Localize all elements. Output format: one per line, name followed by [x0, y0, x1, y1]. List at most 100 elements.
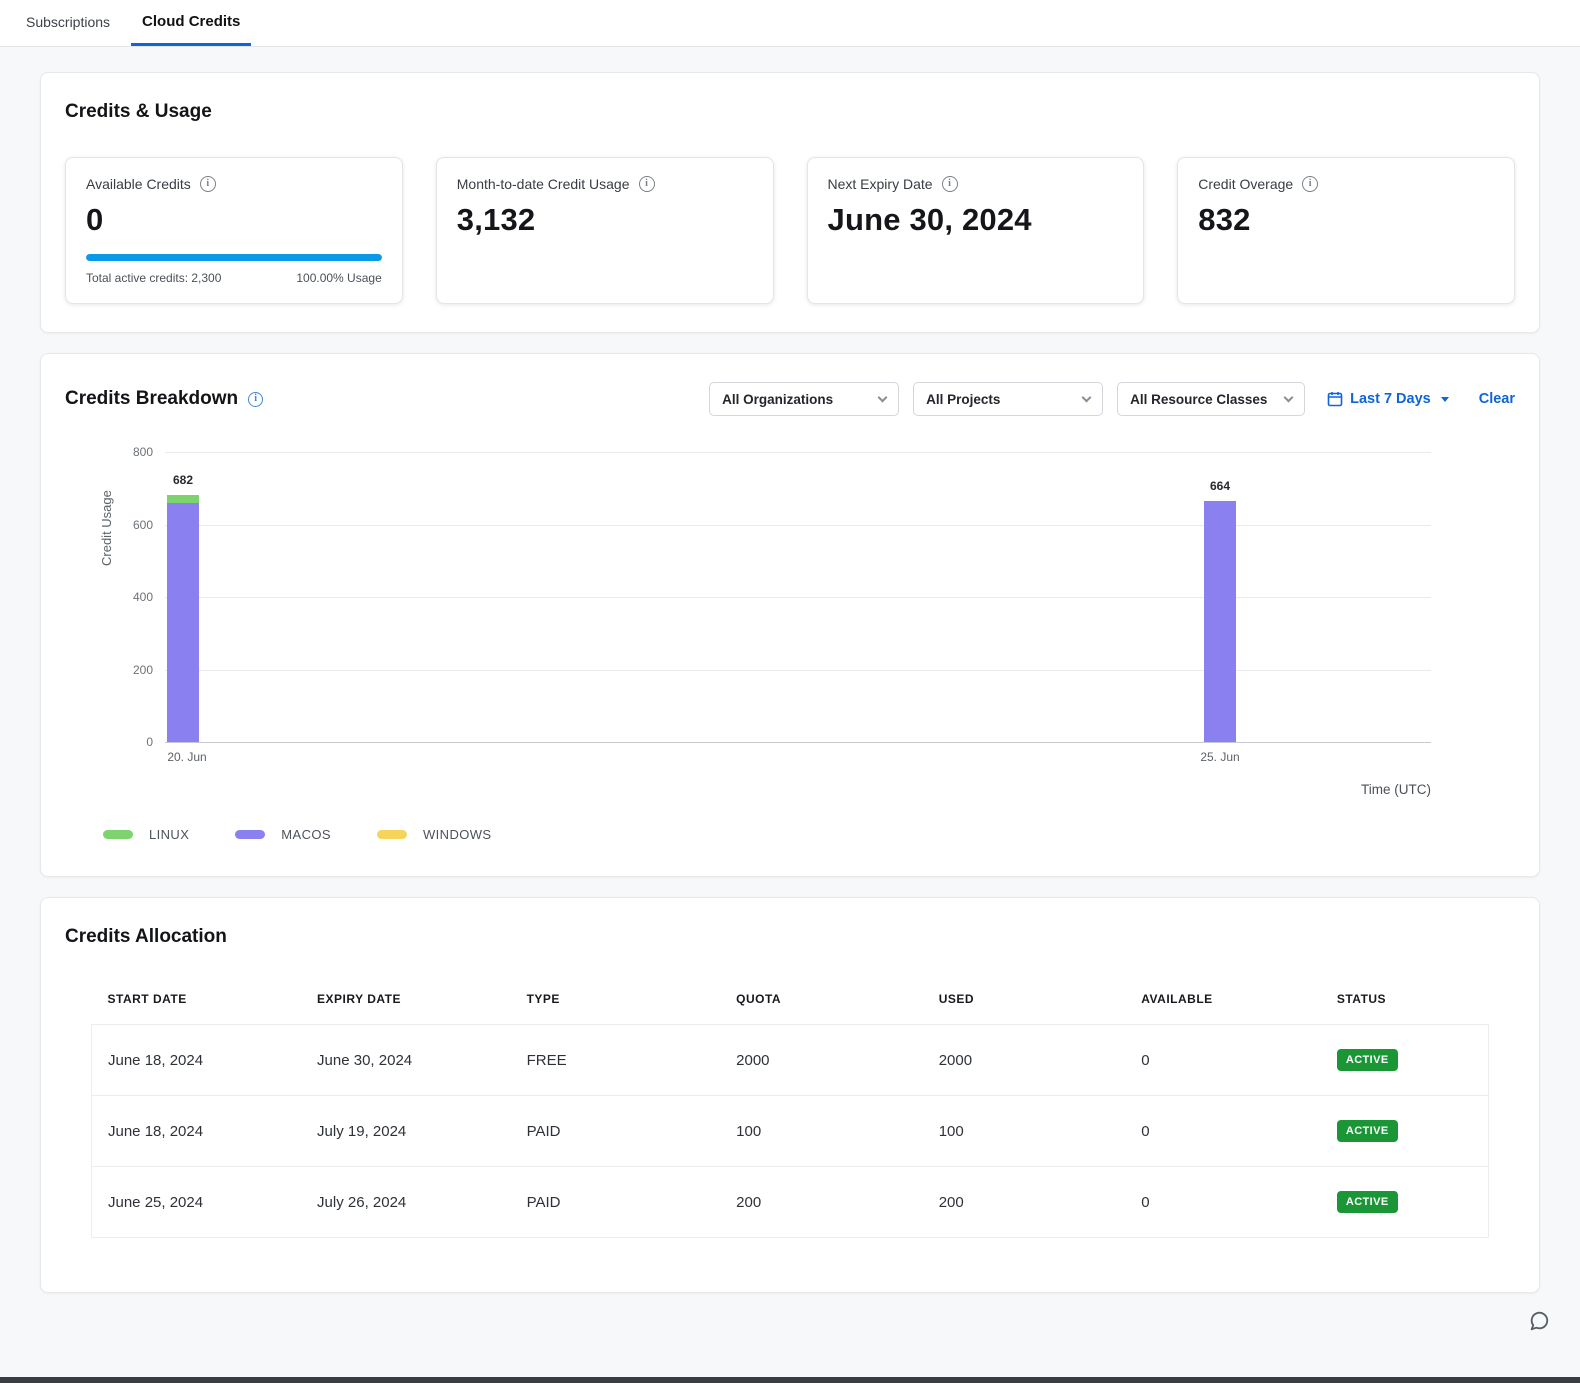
credits-breakdown-card: Credits Breakdown All Organizations All …	[40, 353, 1540, 877]
credits-breakdown-title: Credits Breakdown	[65, 388, 238, 410]
legend-item-macos[interactable]: MACOS	[235, 827, 331, 842]
cell-type: PAID	[511, 1167, 721, 1238]
cell-quota: 2000	[720, 1025, 923, 1096]
table-header-row: START DATE EXPIRY DATE TYPE QUOTA USED A…	[92, 992, 1489, 1025]
credits-progress-bar	[86, 254, 382, 261]
cell-expiry-date: July 19, 2024	[301, 1096, 511, 1167]
x-tick-label: 25. Jun	[1200, 750, 1239, 764]
mtd-usage-value: 3,132	[457, 202, 753, 238]
cell-used: 100	[923, 1096, 1126, 1167]
y-tick-label: 400	[133, 590, 153, 604]
credit-overage-value: 832	[1198, 202, 1494, 238]
date-range-select[interactable]: Last 7 Days	[1327, 391, 1449, 407]
table-row: June 18, 2024 June 30, 2024 FREE 2000 20…	[92, 1025, 1489, 1096]
chart-gridline	[165, 742, 1431, 743]
usage-percent-text: 100.00% Usage	[296, 271, 381, 285]
windows-swatch	[377, 830, 407, 839]
bar-segment-macos	[1204, 501, 1236, 742]
credits-breakdown-info-icon[interactable]	[248, 392, 263, 407]
cell-expiry-date: June 30, 2024	[301, 1025, 511, 1096]
chart-gridline	[165, 597, 1431, 598]
next-expiry-value: June 30, 2024	[828, 202, 1124, 238]
credit-overage-label: Credit Overage	[1198, 176, 1293, 192]
support-icon[interactable]	[1528, 1310, 1550, 1337]
cell-available: 0	[1125, 1096, 1321, 1167]
cell-start-date: June 25, 2024	[92, 1167, 302, 1238]
tab-subscriptions[interactable]: Subscriptions	[15, 0, 121, 46]
chevron-down-icon	[1082, 392, 1092, 402]
linux-swatch	[103, 830, 133, 839]
chart-y-axis-label: Credit Usage	[99, 456, 114, 566]
bar-segment-macos	[167, 503, 199, 742]
col-status: STATUS	[1321, 992, 1489, 1025]
breakdown-filters: All Organizations All Projects All Resou…	[709, 382, 1515, 416]
calendar-icon	[1327, 391, 1343, 407]
cell-quota: 100	[720, 1096, 923, 1167]
credits-usage-card: Credits & Usage Available Credits 0 Tota…	[40, 72, 1540, 333]
status-badge: ACTIVE	[1337, 1191, 1398, 1213]
cell-start-date: June 18, 2024	[92, 1096, 302, 1167]
credits-allocation-title: Credits Allocation	[65, 926, 1515, 948]
resource-classes-select[interactable]: All Resource Classes	[1117, 382, 1305, 416]
clear-filters-button[interactable]: Clear	[1479, 391, 1515, 407]
macos-swatch	[235, 830, 265, 839]
chart-x-axis-label: Time (UTC)	[165, 782, 1431, 797]
col-type: TYPE	[511, 992, 721, 1025]
projects-select-value: All Projects	[926, 392, 1000, 407]
tab-cloud-credits[interactable]: Cloud Credits	[131, 0, 251, 46]
col-expiry-date: EXPIRY DATE	[301, 992, 511, 1025]
stat-card-row: Available Credits 0 Total active credits…	[65, 157, 1515, 304]
x-tick-label: 20. Jun	[167, 750, 206, 764]
credit-usage-chart: Credit Usage 0200400600800 682664 20. Ju…	[65, 452, 1515, 842]
cell-expiry-date: July 26, 2024	[301, 1167, 511, 1238]
credits-usage-title: Credits & Usage	[65, 101, 1515, 123]
legend-label: MACOS	[281, 827, 331, 842]
chart-bar-25-jun[interactable]	[1204, 452, 1236, 742]
credits-progress-fill	[86, 254, 382, 261]
chart-bar-20-jun[interactable]	[167, 452, 199, 742]
chevron-down-icon	[878, 392, 888, 402]
organizations-select[interactable]: All Organizations	[709, 382, 899, 416]
cell-available: 0	[1125, 1167, 1321, 1238]
y-tick-label: 600	[133, 518, 153, 532]
available-credits-info-icon[interactable]	[200, 176, 216, 192]
status-badge: ACTIVE	[1337, 1120, 1398, 1142]
next-expiry-info-icon[interactable]	[942, 176, 958, 192]
col-quota: QUOTA	[720, 992, 923, 1025]
credit-overage-info-icon[interactable]	[1302, 176, 1318, 192]
table-row: June 25, 2024 July 26, 2024 PAID 200 200…	[92, 1167, 1489, 1238]
legend-label: LINUX	[149, 827, 189, 842]
col-used: USED	[923, 992, 1126, 1025]
total-active-credits-text: Total active credits: 2,300	[86, 271, 221, 285]
y-tick-label: 800	[133, 445, 153, 459]
mtd-usage-card: Month-to-date Credit Usage 3,132	[436, 157, 774, 304]
bottom-edge	[0, 1377, 1580, 1383]
col-available: AVAILABLE	[1125, 992, 1321, 1025]
cell-used: 200	[923, 1167, 1126, 1238]
legend-label: WINDOWS	[423, 827, 492, 842]
legend-item-windows[interactable]: WINDOWS	[377, 827, 492, 842]
credit-overage-card: Credit Overage 832	[1177, 157, 1515, 304]
mtd-usage-info-icon[interactable]	[639, 176, 655, 192]
bar-value-label: 664	[1210, 479, 1230, 493]
legend-item-linux[interactable]: LINUX	[103, 827, 189, 842]
chart-gridline	[165, 525, 1431, 526]
cell-type: PAID	[511, 1096, 721, 1167]
credits-allocation-table: START DATE EXPIRY DATE TYPE QUOTA USED A…	[91, 992, 1489, 1238]
cell-start-date: June 18, 2024	[92, 1025, 302, 1096]
cell-used: 2000	[923, 1025, 1126, 1096]
date-range-value: Last 7 Days	[1350, 391, 1431, 407]
chart-gridline	[165, 452, 1431, 453]
available-credits-value: 0	[86, 202, 382, 238]
cell-available: 0	[1125, 1025, 1321, 1096]
chevron-down-icon	[1284, 392, 1294, 402]
bar-value-label: 682	[173, 473, 193, 487]
credits-allocation-card: Credits Allocation START DATE EXPIRY DAT…	[40, 897, 1540, 1293]
resource-classes-select-value: All Resource Classes	[1130, 392, 1267, 407]
chart-yaxis: 0200400600800	[113, 452, 165, 742]
mtd-usage-label: Month-to-date Credit Usage	[457, 176, 630, 192]
projects-select[interactable]: All Projects	[913, 382, 1103, 416]
status-badge: ACTIVE	[1337, 1049, 1398, 1071]
chart-plot: 682 664	[165, 452, 1431, 742]
page-content: Credits & Usage Available Credits 0 Tota…	[0, 47, 1580, 1383]
